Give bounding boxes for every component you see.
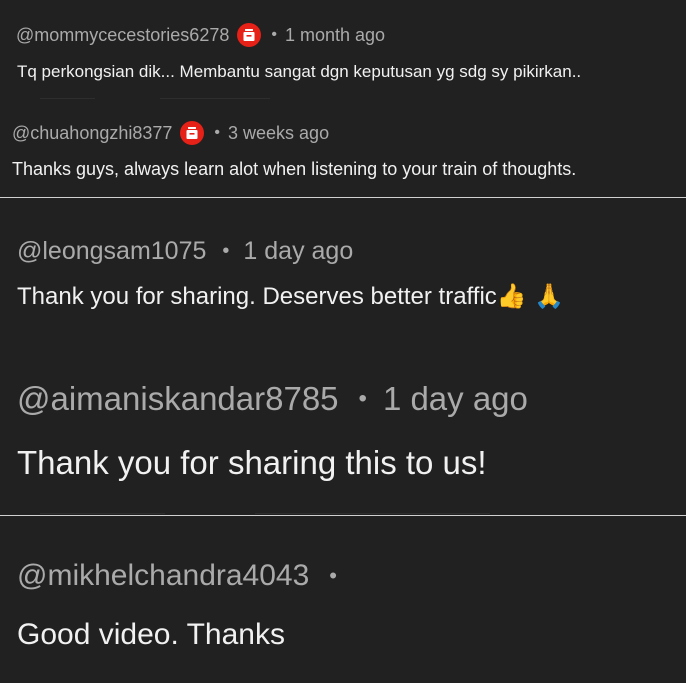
meta-separator: • [329, 563, 337, 588]
comment-meta: @mikhelchandra4043 • [17, 557, 337, 595]
faint-divider [40, 98, 95, 99]
comment-author-handle[interactable]: @leongsam1075 [17, 237, 206, 266]
comment-timestamp[interactable]: 3 weeks ago [228, 123, 329, 144]
thumbs-up-pray-emoji: 👍 🙏 [496, 282, 565, 310]
comment-timestamp[interactable]: 1 day ago [243, 237, 353, 266]
comment-text: Good video. Thanks [17, 618, 285, 651]
comment-author-handle[interactable]: @mommycecestories6278 [16, 25, 229, 46]
comment-meta: @leongsam1075 • 1 day ago [17, 234, 353, 268]
comment-text: Thanks guys, always learn alot when list… [12, 159, 577, 179]
comment-text: Thank you for sharing. Deserves better t… [17, 282, 564, 311]
comment-author-handle[interactable]: @aimaniskandar8785 [17, 380, 339, 418]
faint-divider [40, 513, 165, 514]
comment-meta: @mommycecestories6278 • 1 month ago [16, 22, 385, 48]
comments-page: @mommycecestories6278 • 1 month ago Tq p… [0, 0, 686, 683]
faint-divider [255, 513, 490, 514]
meta-separator: • [271, 26, 277, 43]
comment-timestamp[interactable]: 1 month ago [285, 25, 385, 46]
comment-text: Tq perkongsian dik... Membantu sangat dg… [17, 62, 582, 81]
comment-timestamp[interactable]: 1 day ago [383, 380, 528, 418]
meta-separator: • [358, 385, 367, 412]
comment-author-handle[interactable]: @mikhelchandra4043 [17, 559, 309, 593]
comment-text: Thank you for sharing this to us! [17, 444, 487, 481]
comment-meta: @aimaniskandar8785 • 1 day ago [17, 378, 528, 420]
meta-separator: • [214, 124, 221, 141]
meta-separator: • [222, 239, 230, 262]
section-divider [0, 515, 686, 516]
section-divider [0, 197, 686, 198]
members-badge-icon [237, 23, 262, 47]
comment-text-body: Thank you for sharing. Deserves better t… [17, 283, 497, 310]
comment-author-handle[interactable]: @chuahongzhi8377 [12, 123, 172, 144]
members-badge-icon [180, 121, 205, 145]
faint-divider [160, 98, 270, 99]
comment-meta: @chuahongzhi8377 • 3 weeks ago [12, 120, 329, 146]
